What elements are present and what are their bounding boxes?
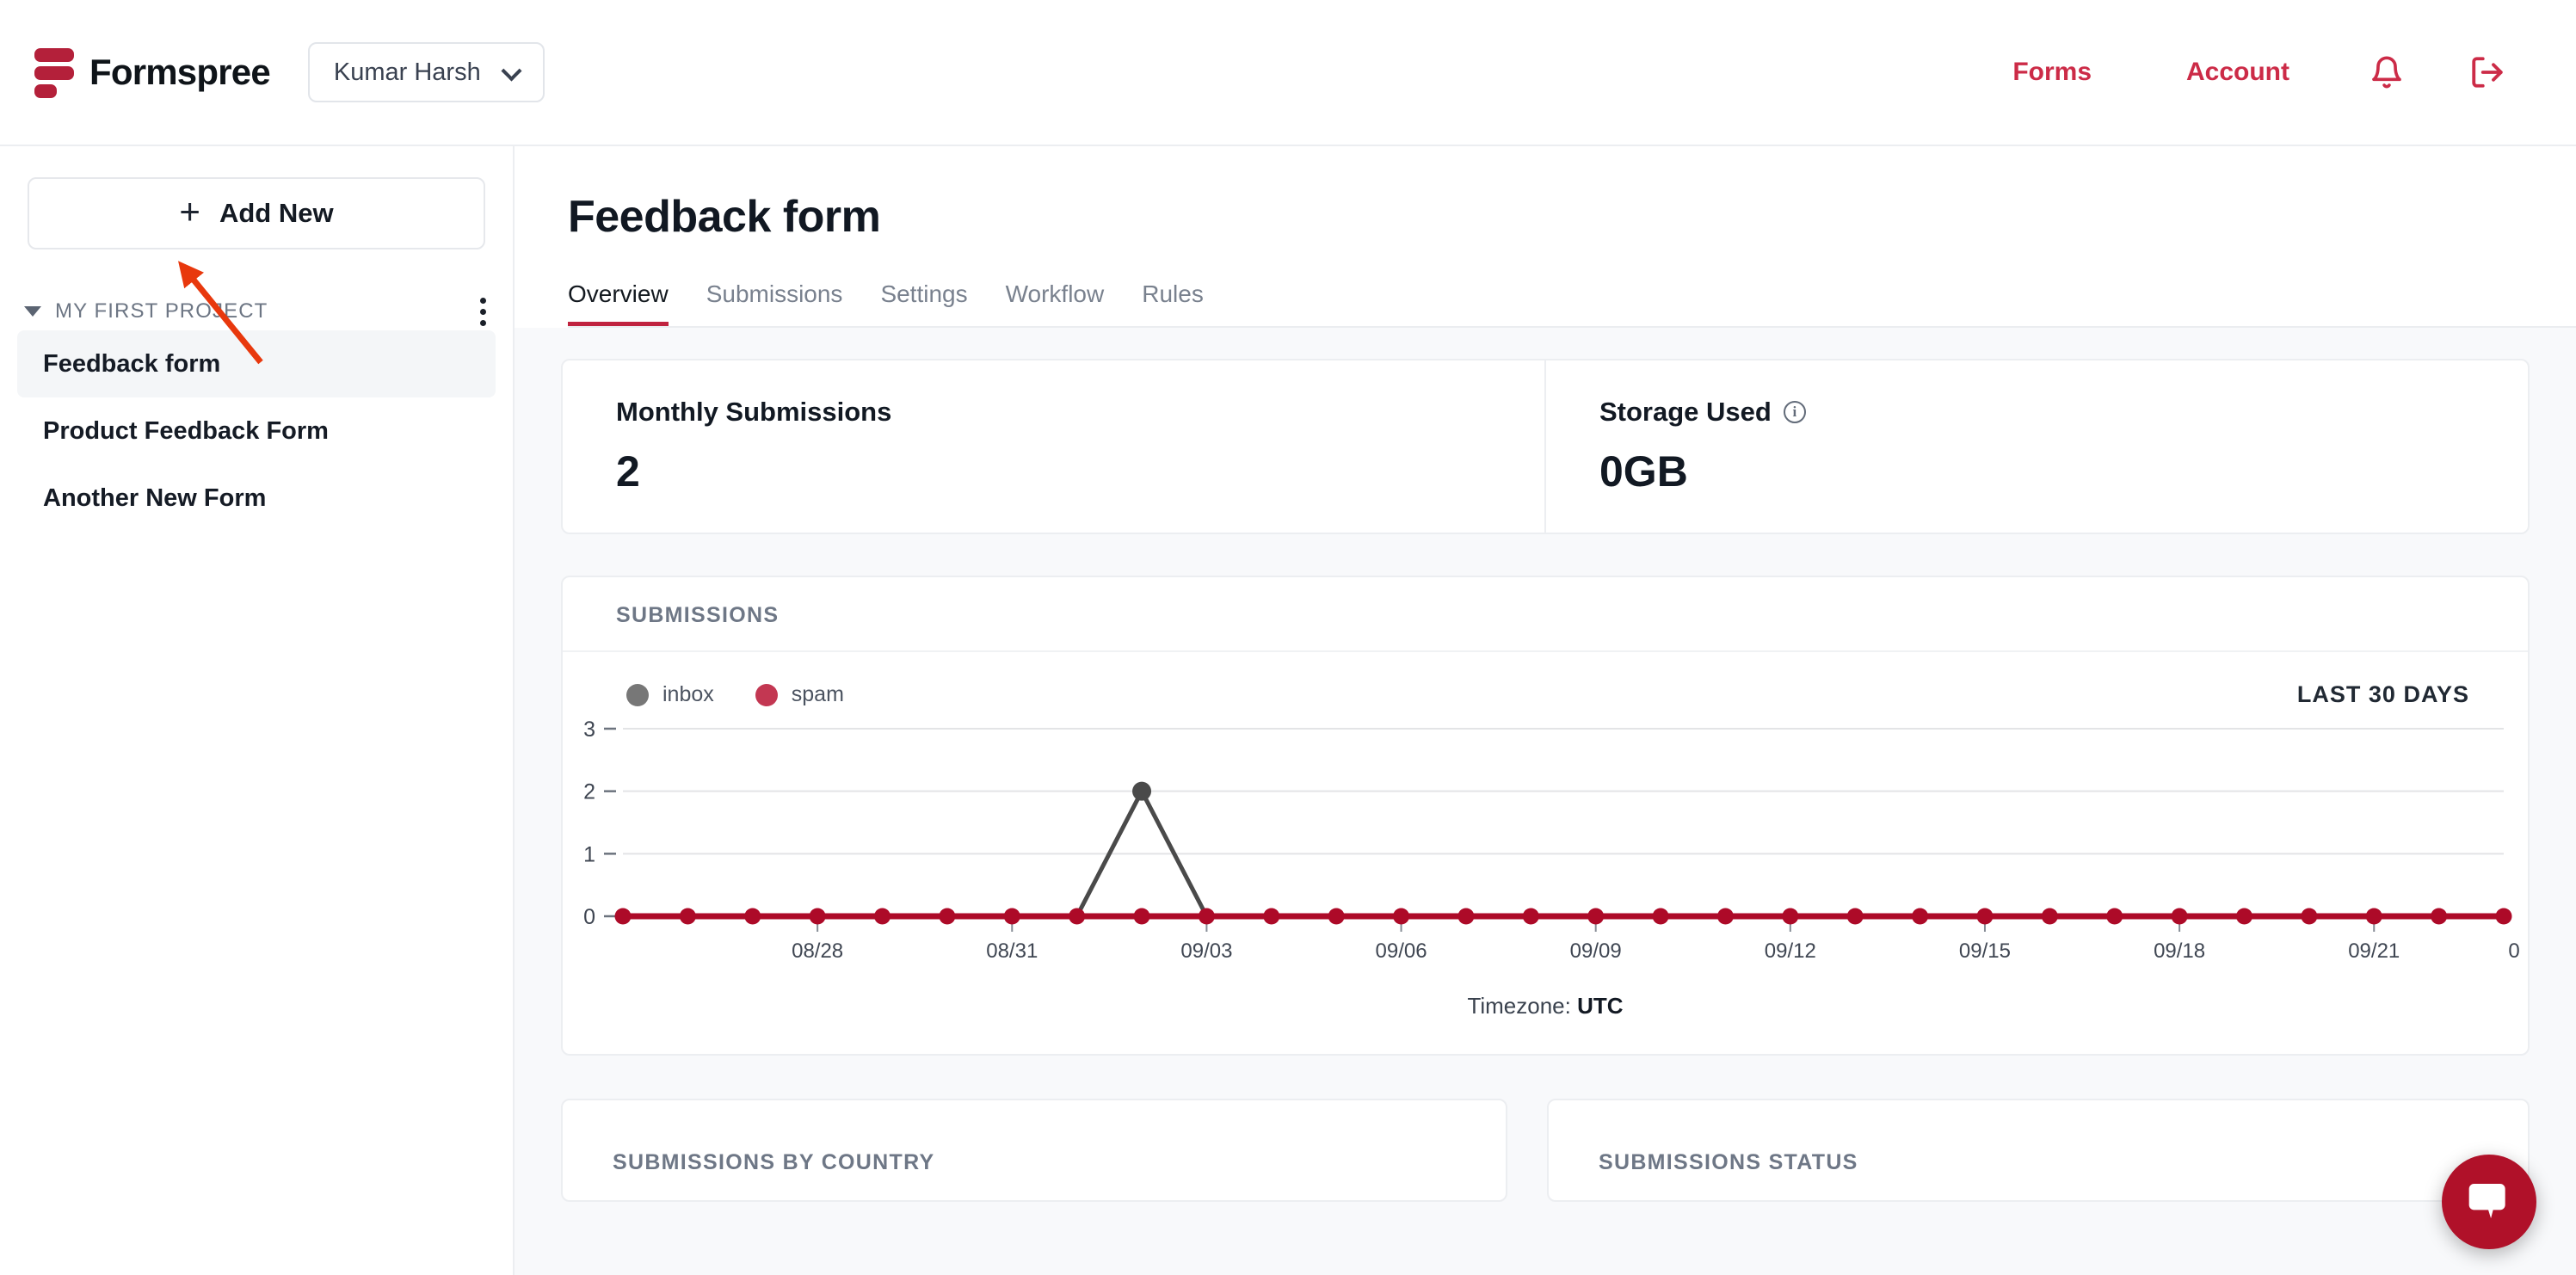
stat-label: Monthly Submissions: [616, 397, 1544, 428]
page-title: Feedback form: [568, 191, 2576, 243]
svg-text:09/03: 09/03: [1180, 939, 1232, 963]
svg-text:0: 0: [583, 905, 595, 929]
account-name-label: Kumar Harsh: [334, 59, 481, 87]
logout-button[interactable]: [2437, 54, 2538, 90]
svg-text:09/18: 09/18: [2154, 939, 2205, 963]
chart-plot-area: 0 1 2 3 08/28 08/31 09/03 09/06 09/09 09/12 09/15 0…: [563, 708, 2528, 970]
svg-text:09/15: 09/15: [1959, 939, 2011, 963]
svg-text:09/06: 09/06: [1376, 939, 1427, 963]
sidebar: + Add New MY FIRST PROJECT Feedback form…: [0, 146, 515, 1275]
brand-logo[interactable]: Formspree: [34, 48, 270, 96]
chevron-down-icon: [503, 64, 521, 81]
svg-text:09/12: 09/12: [1765, 939, 1816, 963]
logout-icon: [2469, 54, 2505, 90]
legend-item-spam[interactable]: spam: [755, 682, 844, 707]
nav-link-account[interactable]: Account: [2139, 58, 2337, 87]
top-header-bar: Formspree Kumar Harsh Forms Account: [0, 0, 2576, 146]
bottom-cards-row: SUBMISSIONS BY COUNTRY SUBMISSIONS STATU…: [561, 1099, 2530, 1202]
stat-label-text: Storage Used: [1599, 397, 1772, 428]
bell-icon: [2370, 54, 2404, 90]
chart-toolbar: inbox spam LAST 30 DAYS: [563, 652, 2528, 708]
chat-bubble-icon: [2465, 1178, 2513, 1226]
app-shell: + Add New MY FIRST PROJECT Feedback form…: [0, 146, 2576, 1275]
plus-icon: +: [179, 194, 200, 230]
submissions-status-card: SUBMISSIONS STATUS: [1547, 1099, 2530, 1202]
project-name-label: MY FIRST PROJECT: [55, 299, 268, 323]
info-icon[interactable]: i: [1784, 401, 1806, 423]
svg-text:1: 1: [583, 842, 595, 866]
top-navigation: Forms Account: [1965, 54, 2538, 90]
chat-widget-button[interactable]: [2442, 1155, 2536, 1249]
sidebar-item-another-new-form[interactable]: Another New Form: [17, 465, 496, 532]
kebab-menu-icon[interactable]: [480, 294, 489, 329]
stat-monthly-submissions: Monthly Submissions 2: [563, 360, 1544, 533]
project-header[interactable]: MY FIRST PROJECT: [0, 293, 513, 330]
timezone-value: UTC: [1577, 993, 1623, 1019]
svg-text:09/09: 09/09: [1570, 939, 1622, 963]
chart-range-label: LAST 30 DAYS: [2297, 681, 2469, 708]
sidebar-item-label: Another New Form: [43, 484, 266, 513]
formspree-logo-icon: [34, 48, 74, 96]
sidebar-item-label: Feedback form: [43, 350, 220, 379]
svg-text:08/28: 08/28: [792, 939, 843, 963]
stat-label: Storage Used i: [1599, 397, 2528, 428]
submissions-by-country-card: SUBMISSIONS BY COUNTRY: [561, 1099, 1507, 1202]
tab-rules[interactable]: Rules: [1142, 280, 1204, 326]
caret-down-icon[interactable]: [24, 306, 41, 317]
sidebar-item-feedback-form[interactable]: Feedback form: [17, 330, 496, 397]
card-title: SUBMISSIONS STATUS: [1599, 1150, 2528, 1175]
svg-text:3: 3: [583, 718, 595, 742]
legend-dot-spam: [755, 684, 778, 706]
chart-legend: inbox spam: [626, 682, 844, 707]
svg-text:0: 0: [2508, 939, 2519, 963]
sidebar-item-label: Product Feedback Form: [43, 417, 329, 446]
svg-text:2: 2: [583, 780, 595, 804]
page-header: Feedback form Overview Submissions Setti…: [515, 146, 2576, 328]
tab-workflow[interactable]: Workflow: [1006, 280, 1105, 326]
tab-settings[interactable]: Settings: [880, 280, 967, 326]
overview-panel: Monthly Submissions 2 Storage Used i 0GB…: [515, 328, 2576, 1275]
stats-card: Monthly Submissions 2 Storage Used i 0GB: [561, 359, 2530, 534]
legend-item-inbox[interactable]: inbox: [626, 682, 714, 707]
tab-overview[interactable]: Overview: [568, 280, 669, 326]
notifications-button[interactable]: [2337, 54, 2437, 90]
legend-label-inbox: inbox: [662, 682, 714, 707]
svg-text:09/21: 09/21: [2348, 939, 2400, 963]
card-title: SUBMISSIONS BY COUNTRY: [613, 1150, 1506, 1175]
submissions-chart-card: SUBMISSIONS inbox spam LAST 30 DAYS: [561, 576, 2530, 1056]
sidebar-item-product-feedback-form[interactable]: Product Feedback Form: [17, 397, 496, 465]
add-new-label: Add New: [219, 198, 334, 229]
nav-link-forms[interactable]: Forms: [1965, 58, 2139, 87]
submissions-line-chart: 0 1 2 3 08/28 08/31 09/03 09/06 09/09 09/12 09/15 0…: [563, 717, 2530, 966]
stat-storage-used: Storage Used i 0GB: [1544, 360, 2528, 533]
stat-label-text: Monthly Submissions: [616, 397, 891, 428]
legend-label-spam: spam: [792, 682, 844, 707]
main-content: Feedback form Overview Submissions Setti…: [515, 146, 2576, 1275]
account-switcher-dropdown[interactable]: Kumar Harsh: [308, 42, 545, 102]
timezone-prefix: Timezone:: [1467, 993, 1570, 1019]
stat-value: 0GB: [1599, 447, 2528, 496]
submissions-card-title: SUBMISSIONS: [563, 577, 2528, 652]
chart-timezone: Timezone: UTC: [563, 970, 2528, 1054]
add-new-button[interactable]: + Add New: [28, 177, 485, 249]
tab-bar: Overview Submissions Settings Workflow R…: [568, 280, 2576, 328]
brand-name: Formspree: [89, 52, 270, 93]
svg-text:08/31: 08/31: [986, 939, 1038, 963]
tab-submissions[interactable]: Submissions: [706, 280, 843, 326]
stat-value: 2: [616, 447, 1544, 496]
legend-dot-inbox: [626, 684, 649, 706]
